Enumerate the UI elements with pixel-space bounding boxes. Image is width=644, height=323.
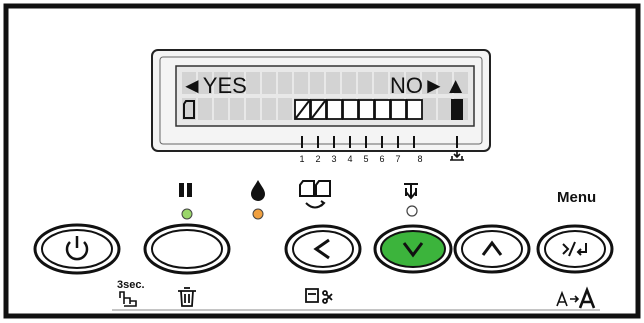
paper-source-left-button[interactable] bbox=[284, 224, 362, 274]
lcd-display: ◄YES NO►▲ bbox=[151, 49, 491, 152]
ink-level-indicators bbox=[294, 99, 423, 120]
slot-number: 4 bbox=[347, 154, 352, 164]
power-button[interactable] bbox=[33, 223, 121, 275]
slot-number: 8 bbox=[417, 154, 422, 164]
up-button[interactable] bbox=[453, 224, 531, 274]
hold-time-label: 3sec. bbox=[117, 279, 145, 291]
slot-number: 2 bbox=[315, 154, 320, 164]
slot-number: 1 bbox=[299, 154, 304, 164]
ink-led bbox=[252, 208, 264, 220]
slot-number: 5 bbox=[363, 154, 368, 164]
pause-led bbox=[181, 208, 193, 220]
pause-reset-button[interactable] bbox=[143, 223, 231, 275]
menu-enter-button[interactable] bbox=[536, 224, 614, 274]
maintenance-tank-indicator bbox=[451, 99, 463, 120]
lcd-no-label: NO►▲ bbox=[390, 73, 467, 98]
control-panel: ◄YES NO►▲ 1 2 3 4 5 6 7 8 Menu 3sec. bbox=[3, 3, 641, 319]
slot-number: 6 bbox=[379, 154, 384, 164]
feed-led bbox=[406, 205, 418, 217]
lcd-yes-label: ◄YES bbox=[181, 73, 247, 98]
down-button[interactable] bbox=[373, 224, 453, 274]
slot-number: 7 bbox=[395, 154, 400, 164]
slot-number: 3 bbox=[331, 154, 336, 164]
menu-label: Menu bbox=[557, 189, 596, 206]
